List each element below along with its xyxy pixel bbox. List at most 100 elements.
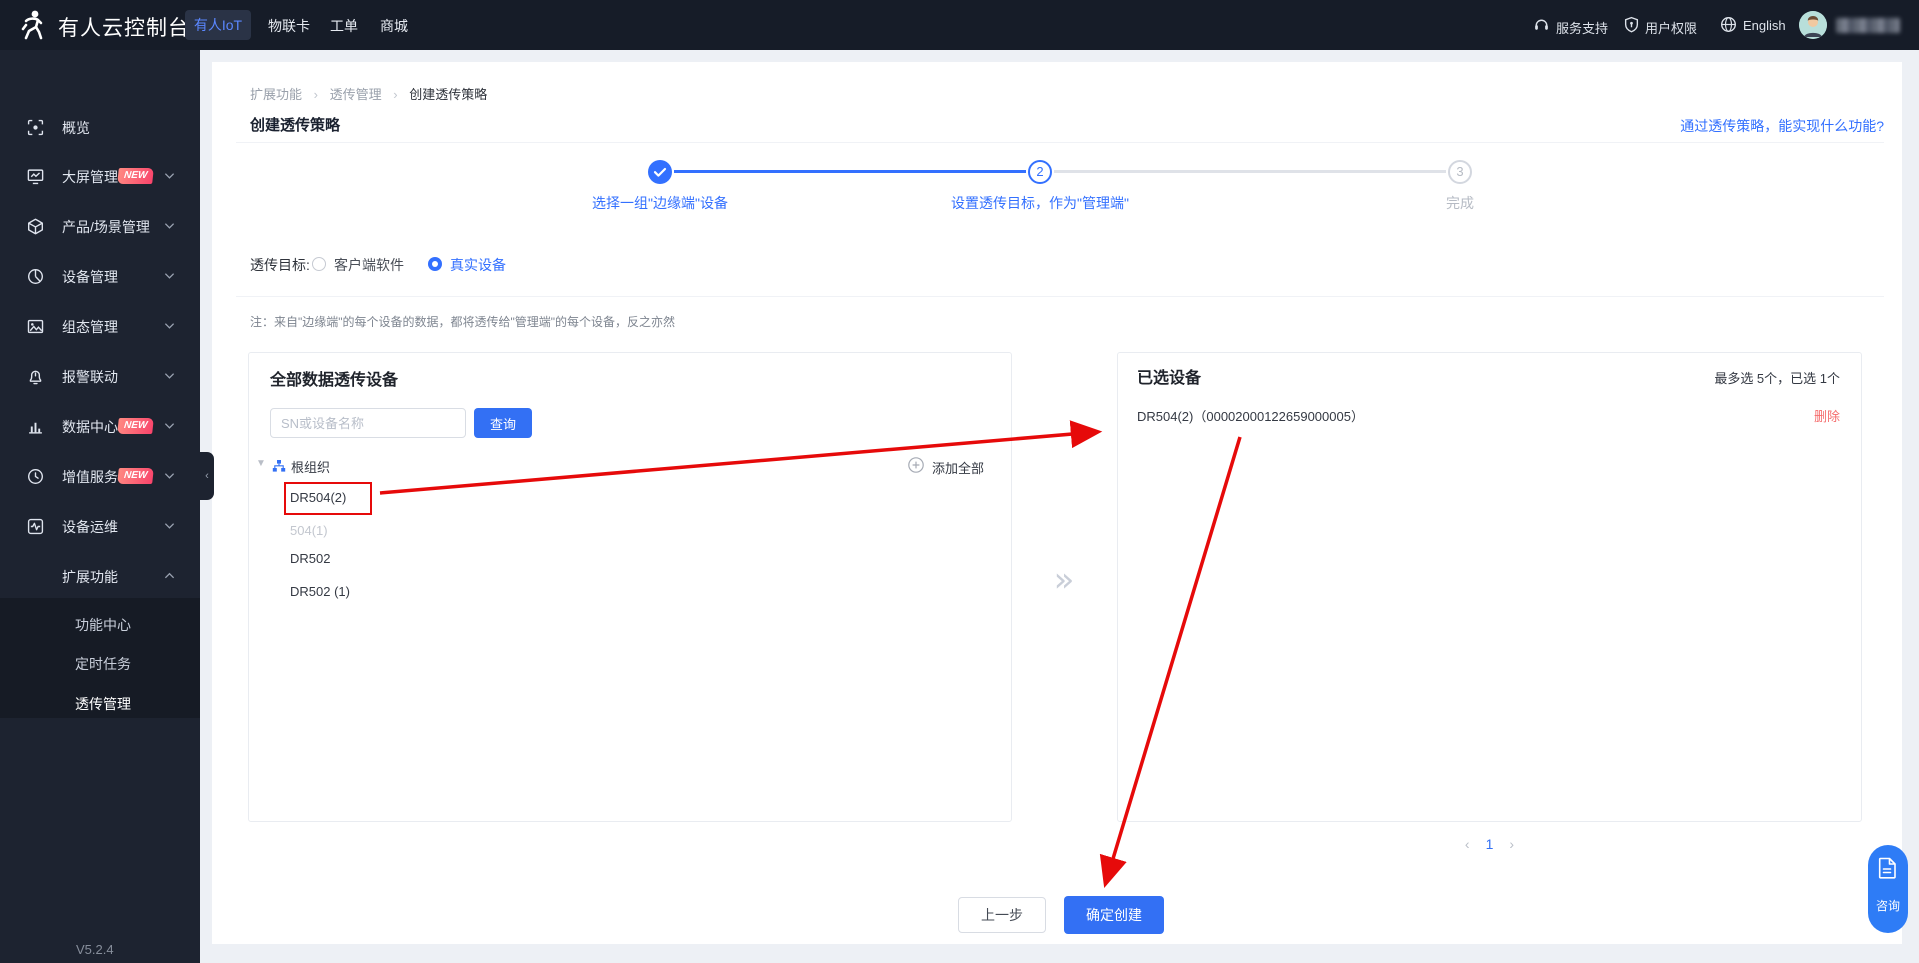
chevron-down-icon: [164, 423, 175, 429]
pagination: ‹ 1 ›: [1117, 836, 1862, 852]
chevron-down-icon: [164, 273, 175, 279]
sidebar-item-big-screen[interactable]: 大屏管理 NEW: [0, 151, 200, 201]
step-1-circle: [648, 160, 672, 184]
extend-submenu: 功能中心 定时任务 透传管理: [0, 598, 200, 718]
help-link[interactable]: 通过透传策略，能实现什么功能?: [1680, 116, 1884, 136]
sidebar-item-device-ops[interactable]: 设备运维: [0, 501, 200, 551]
radio-real-device[interactable]: [428, 257, 442, 271]
sidebar-nav: 概览 大屏管理 NEW 产品/场景管理 设备管理 组态管理 报警联动 数据中心 …: [0, 50, 200, 963]
add-all-link[interactable]: 添加全部: [932, 458, 984, 477]
username-redacted[interactable]: [1836, 18, 1900, 33]
alarm-bell-icon: [29, 370, 42, 385]
sidebar-item-scada[interactable]: 组态管理: [0, 301, 200, 351]
new-badge: NEW: [117, 468, 155, 484]
tree-root-node[interactable]: 根组织: [291, 457, 330, 476]
target-label: 透传目标:: [250, 257, 310, 273]
tree-caret-icon[interactable]: ▼: [256, 458, 266, 469]
pulse-icon: [27, 518, 44, 535]
step-3-label: 完成: [1446, 195, 1474, 211]
confirm-create-button[interactable]: 确定创建: [1064, 896, 1164, 934]
breadcrumb-current: 创建透传策略: [409, 87, 488, 102]
radio-client-software-label[interactable]: 客户端软件: [334, 255, 404, 275]
chevron-down-icon: [164, 523, 175, 529]
chevron-down-icon: [164, 323, 175, 329]
sidebar-item-data-center[interactable]: 数据中心 NEW: [0, 401, 200, 451]
sidebar-item-device-mgmt[interactable]: 设备管理: [0, 251, 200, 301]
breadcrumb-separator: ›: [393, 87, 398, 102]
user-avatar[interactable]: [1799, 11, 1827, 39]
sidebar-item-product-scene[interactable]: 产品/场景管理: [0, 201, 200, 251]
user-permission-link[interactable]: 用户权限: [1645, 18, 1697, 37]
divider: [236, 142, 1884, 143]
step-1-label: 选择一组"边缘端"设备: [592, 195, 728, 211]
sidebar-item-passthrough-mgmt[interactable]: 透传管理: [0, 685, 200, 721]
delete-link[interactable]: 删除: [1814, 406, 1840, 425]
sidebar-collapse-handle[interactable]: ‹: [200, 452, 214, 500]
new-badge: NEW: [117, 418, 155, 434]
consult-floating-button[interactable]: 咨询: [1868, 845, 1908, 933]
note-text: 注：来自"边缘端"的每个设备的数据，都将透传给"管理端"的每个设备，反之亦然: [250, 315, 676, 329]
tree-item-dr504[interactable]: DR504(2): [290, 490, 346, 505]
breadcrumb-passthrough[interactable]: 透传管理: [330, 87, 382, 102]
overview-icon: [27, 119, 44, 136]
all-devices-title: 全部数据透传设备: [270, 372, 399, 389]
sidebar-item-scheduled-tasks[interactable]: 定时任务: [0, 645, 200, 681]
radio-client-software[interactable]: [312, 257, 326, 271]
step-line-pending: [1054, 170, 1446, 173]
image-icon: [27, 319, 44, 334]
bar-chart-icon: [29, 422, 42, 434]
clock-icon: [28, 469, 43, 484]
breadcrumb-extend[interactable]: 扩展功能: [250, 87, 302, 102]
prev-page-icon[interactable]: ‹: [1465, 836, 1470, 852]
tree-item-dr502[interactable]: DR502: [290, 551, 330, 566]
previous-step-button[interactable]: 上一步: [958, 897, 1046, 933]
sidebar-item-extend[interactable]: 扩展功能: [0, 551, 200, 601]
language-switch[interactable]: English: [1743, 18, 1786, 33]
nav-tab-work-order[interactable]: 工单: [330, 16, 358, 36]
sidebar-item-function-center[interactable]: 功能中心: [0, 606, 200, 642]
document-icon: [1878, 857, 1896, 879]
sidebar-item-overview[interactable]: 概览: [0, 102, 200, 152]
check-icon: [653, 167, 667, 177]
chevron-up-icon: [164, 572, 175, 579]
organization-icon: [272, 460, 286, 472]
chevron-down-icon: [164, 373, 175, 379]
chevron-down-icon: [164, 173, 175, 179]
radio-real-device-label[interactable]: 真实设备: [450, 255, 506, 275]
layers-icon: [27, 568, 44, 585]
nav-tab-sim-card[interactable]: 物联卡: [268, 16, 310, 36]
query-button[interactable]: 查询: [474, 408, 532, 438]
shield-icon: [1624, 16, 1639, 33]
breadcrumb-separator: ›: [313, 87, 318, 102]
new-badge: NEW: [117, 168, 155, 184]
breadcrumb: 扩展功能 › 透传管理 › 创建透传策略: [250, 84, 487, 103]
brand-title: 有人云控制台: [58, 17, 190, 40]
nav-tab-mall[interactable]: 商城: [380, 16, 408, 36]
selected-devices-title: 已选设备: [1137, 370, 1202, 387]
screen-icon: [27, 169, 44, 185]
pie-chart-icon: [28, 269, 43, 284]
current-page[interactable]: 1: [1486, 836, 1494, 852]
brand-logo-icon: [21, 10, 43, 40]
search-input[interactable]: [270, 408, 466, 438]
sidebar-item-alarm[interactable]: 报警联动: [0, 351, 200, 401]
next-page-icon[interactable]: ›: [1509, 836, 1514, 852]
divider: [236, 296, 1884, 297]
step-2-circle: 2: [1028, 160, 1052, 184]
chevron-down-icon: [164, 223, 175, 229]
consult-label: 咨询: [1875, 899, 1900, 913]
sidebar-item-value-added[interactable]: 增值服务 NEW: [0, 451, 200, 501]
selected-device-row: DR504(2)（00002000122659000005）: [1137, 409, 1364, 424]
step-3-circle: 3: [1448, 160, 1472, 184]
nav-tab-iot[interactable]: 有人IoT: [185, 10, 251, 40]
tree-item-504-1[interactable]: 504(1): [290, 523, 328, 538]
transfer-right-icon: »: [1053, 560, 1075, 600]
add-all-icon[interactable]: [908, 457, 924, 473]
selection-limit-text: 最多选 5个，已选 1个: [1714, 371, 1840, 386]
tree-item-dr502-1[interactable]: DR502 (1): [290, 584, 350, 599]
step-line-done: [674, 170, 1026, 173]
top-header: 有人云控制台 有人IoT 物联卡 工单 商城 服务支持 用户权限 English: [0, 0, 1919, 50]
service-support-link[interactable]: 服务支持: [1556, 18, 1608, 37]
app-root: 有人云控制台 有人IoT 物联卡 工单 商城 服务支持 用户权限 English: [0, 0, 1919, 963]
headset-icon: [1535, 19, 1548, 30]
